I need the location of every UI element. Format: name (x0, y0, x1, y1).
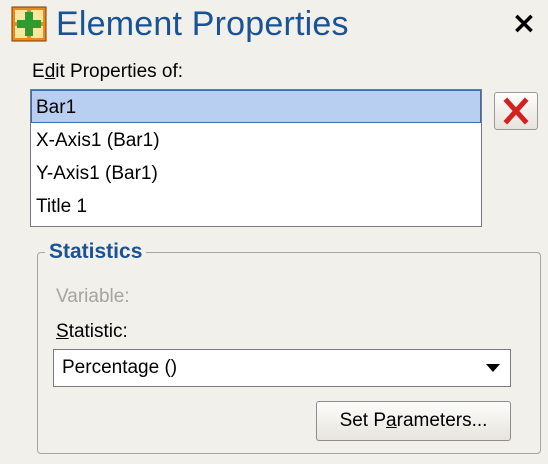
window-title: Element Properties (56, 5, 349, 43)
delete-element-button[interactable] (494, 92, 538, 130)
list-item-x-axis[interactable]: X-Axis1 (Bar1) (31, 123, 481, 156)
statistic-dropdown[interactable]: Percentage () (53, 349, 511, 387)
statistic-dropdown-value: Percentage () (62, 357, 178, 378)
close-button[interactable]: × (506, 4, 542, 44)
set-parameters-button[interactable]: Set Parameters... (316, 401, 511, 441)
element-list[interactable]: Bar1 X-Axis1 (Bar1) Y-Axis1 (Bar1) Title… (30, 89, 482, 227)
edit-properties-label: Edit Properties of: (32, 61, 184, 82)
list-item-bar1[interactable]: Bar1 (31, 90, 481, 123)
list-item-y-axis[interactable]: Y-Axis1 (Bar1) (31, 156, 481, 189)
title-bar: Element Properties × (0, 0, 548, 50)
dropdown-arrow-icon[interactable] (486, 364, 500, 372)
element-properties-icon (11, 6, 47, 42)
close-icon: × (511, 6, 537, 41)
red-x-delete-icon (503, 97, 529, 125)
statistic-label: Statistic: (56, 321, 128, 342)
list-item-title[interactable]: Title 1 (31, 189, 481, 222)
statistics-legend: Statistics (45, 237, 147, 267)
variable-label: Variable: (56, 286, 130, 307)
